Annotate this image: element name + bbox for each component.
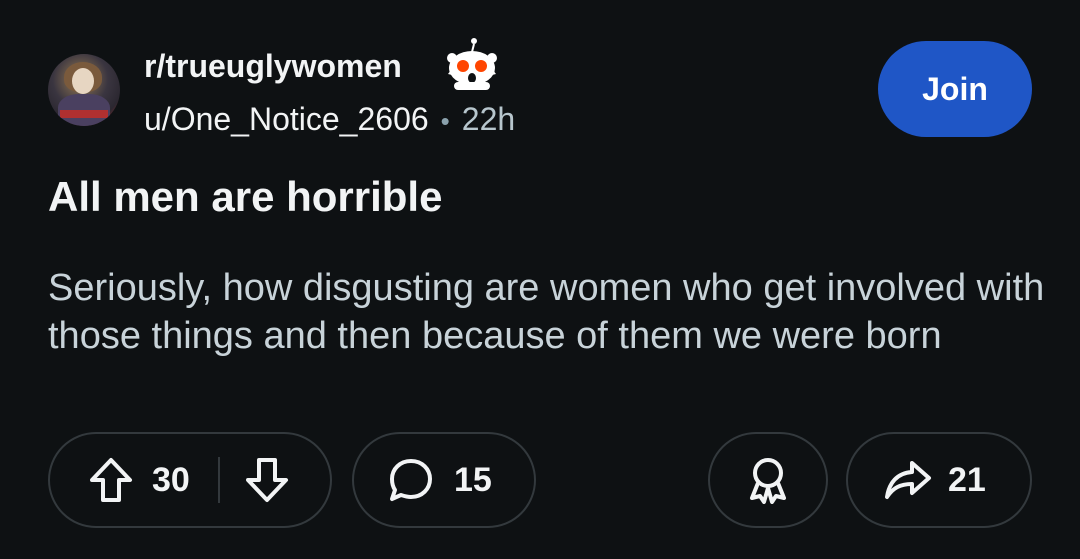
avatar-sash — [60, 110, 108, 118]
join-button[interactable]: Join — [878, 41, 1032, 137]
comment-bubble-icon — [388, 457, 434, 503]
comment-count: 15 — [454, 460, 492, 499]
share-arrow-icon — [884, 459, 932, 501]
post-body[interactable]: Seriously, how disgusting are women who … — [48, 264, 1048, 360]
meta-separator: • — [440, 106, 450, 136]
subreddit-avatar[interactable] — [48, 54, 120, 126]
share-button[interactable]: 21 — [846, 432, 1032, 528]
award-ribbon-icon — [745, 456, 791, 504]
vote-divider — [217, 457, 220, 503]
comments-button[interactable]: 15 — [352, 432, 536, 528]
vote-bar: 30 — [48, 432, 332, 528]
username-link[interactable]: u/One_Notice_2606 — [144, 101, 429, 137]
reddit-snoo-shocked-icon — [440, 36, 500, 92]
downvote-arrow-icon[interactable] — [244, 456, 290, 504]
post-meta: u/One_Notice_2606 • 22h — [144, 97, 515, 143]
upvote-count: 30 — [152, 460, 190, 499]
subreddit-name[interactable]: r/trueuglywomen — [144, 44, 402, 88]
award-button[interactable] — [708, 432, 828, 528]
upvote-arrow-icon[interactable] — [88, 456, 134, 504]
share-count: 21 — [948, 460, 986, 499]
post-age: 22h — [461, 101, 516, 137]
post-title[interactable]: All men are horrible — [48, 170, 442, 224]
avatar-face — [72, 68, 94, 94]
post-card: r/trueuglywomen u/One_Notice_2606 • 22h Jo… — [0, 0, 1080, 559]
